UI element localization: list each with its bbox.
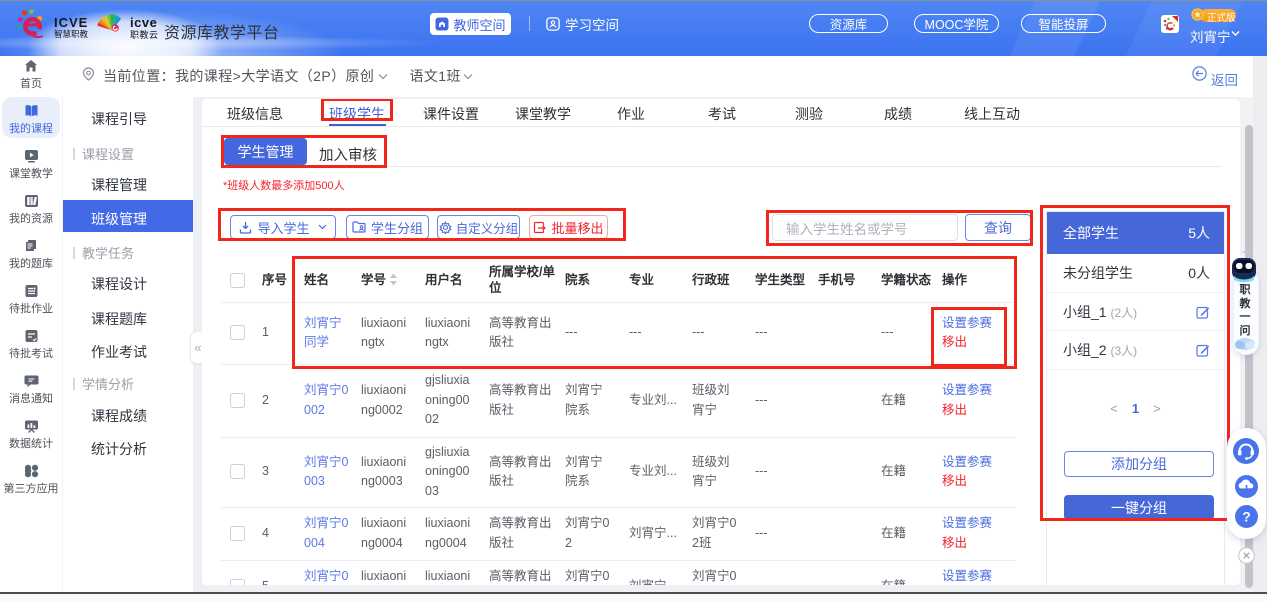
svg-text:?: ? [1242,509,1251,525]
